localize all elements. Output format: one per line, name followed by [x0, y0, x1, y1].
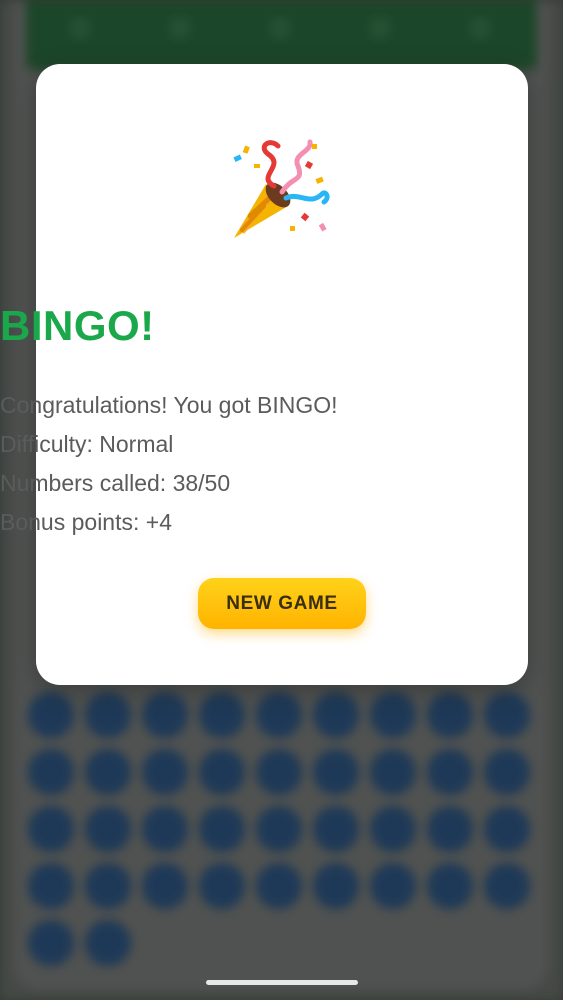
numbers-called-text: Numbers called: 38/50 — [0, 470, 231, 496]
difficulty-text: Difficulty: Normal — [0, 431, 174, 457]
dialog-title: BINGO! — [0, 302, 155, 349]
party-popper-icon — [233, 139, 330, 238]
new-game-button[interactable]: NEW GAME — [198, 578, 366, 629]
bonus-points-text: Bonus points: +4 — [0, 509, 172, 535]
congrats-message: Congratulations! You got BINGO! — [0, 392, 338, 418]
home-indicator[interactable] — [206, 980, 358, 985]
